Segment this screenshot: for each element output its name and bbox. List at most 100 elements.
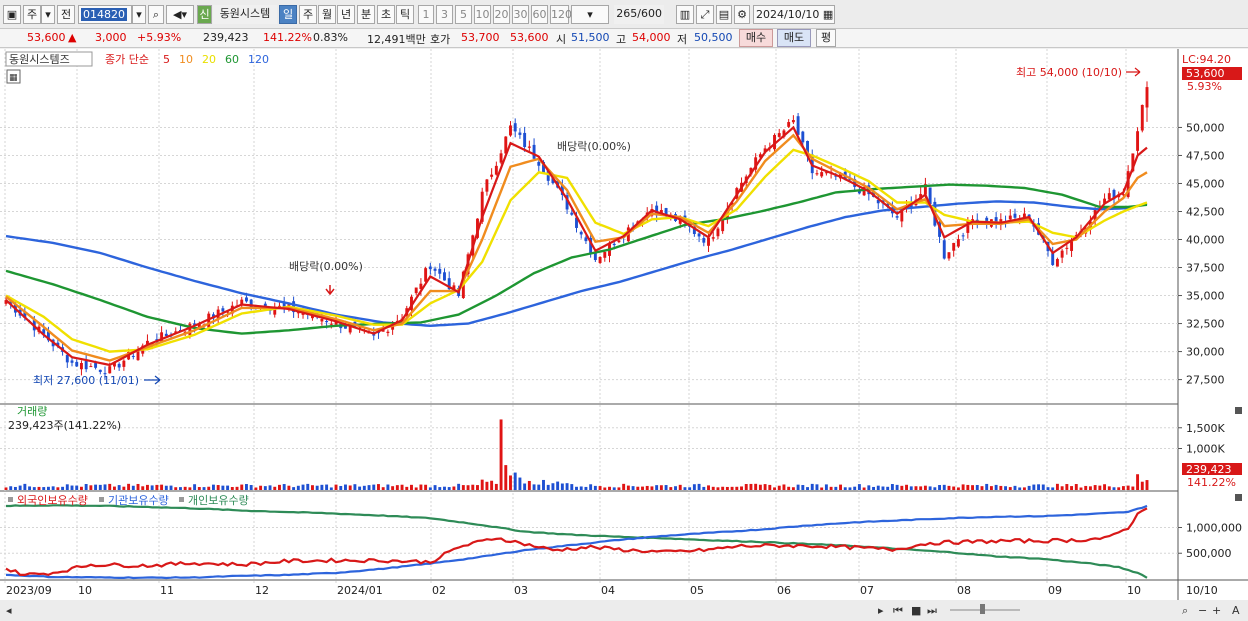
volume-panel-close-icon[interactable] xyxy=(1235,407,1242,414)
speaker-icon[interactable]: ◀▾ xyxy=(166,5,194,24)
volume-bar xyxy=(112,486,116,490)
low-price: 50,500 xyxy=(694,31,733,44)
volume-bar xyxy=(480,479,484,490)
volume-bar xyxy=(1055,483,1059,490)
interval-3[interactable]: 3 xyxy=(436,5,453,24)
volume-bar xyxy=(692,484,696,490)
scroll-left-icon[interactable]: ◂ xyxy=(6,604,12,617)
sell-button[interactable]: 매도 xyxy=(777,29,811,47)
volume-bar xyxy=(23,483,27,490)
interval-dropdown[interactable]: ▾ xyxy=(571,5,609,24)
stock-chart[interactable]: 50,000 47,500 45,000 42,500 40,000 37,500 35,0… xyxy=(0,49,1248,621)
last-page-icon[interactable]: ⏭ xyxy=(927,604,937,617)
zoom-slider-handle[interactable] xyxy=(980,604,985,614)
period-6[interactable]: 틱 xyxy=(396,5,414,24)
volume-bar xyxy=(174,487,178,490)
stop-icon[interactable]: ■ xyxy=(911,604,921,617)
settings-icon[interactable]: ⚙ xyxy=(734,5,750,24)
price-tick-label: 42,500 xyxy=(1186,205,1225,218)
volume-bar xyxy=(18,485,22,490)
eval-button[interactable]: 평 xyxy=(816,29,836,47)
code-text: 014820 xyxy=(81,8,127,21)
volume-bar xyxy=(362,485,366,490)
save-icon[interactable]: ▤ xyxy=(716,5,732,24)
volume-bar xyxy=(306,483,310,490)
volume-bar xyxy=(461,485,465,490)
font-size-icon[interactable]: A xyxy=(1232,604,1240,617)
candle-body xyxy=(895,216,899,218)
zoom-search-icon[interactable]: ⌕ xyxy=(1182,604,1188,617)
buy-button[interactable]: 매수 xyxy=(739,29,773,47)
period-4[interactable]: 분 xyxy=(357,5,375,24)
volume-bar xyxy=(749,483,753,490)
candle-body xyxy=(98,369,102,372)
period-2[interactable]: 월 xyxy=(318,5,336,24)
candle-body xyxy=(424,268,428,282)
prev-button[interactable]: 전 xyxy=(57,5,75,24)
interval-30[interactable]: 30 xyxy=(512,5,529,24)
type-select[interactable]: 주 xyxy=(23,5,41,24)
volume-bar xyxy=(711,486,715,490)
interval-1[interactable]: 1 xyxy=(418,5,434,24)
interval-5[interactable]: 5 xyxy=(455,5,472,24)
interval-120[interactable]: 120 xyxy=(550,5,572,24)
holdings-tick-label: 500,000 xyxy=(1186,547,1232,560)
volume-bar xyxy=(537,484,541,490)
volume-bar xyxy=(499,419,503,490)
volume-bar xyxy=(32,487,36,490)
volume-bar xyxy=(617,487,621,490)
interval-60[interactable]: 60 xyxy=(531,5,548,24)
x-axis-label: 11 xyxy=(160,584,174,597)
holdings-panel-close-icon[interactable] xyxy=(1235,494,1242,501)
search-icon[interactable]: ⌕ xyxy=(148,5,164,24)
candle-body xyxy=(523,132,527,147)
candle-body xyxy=(942,240,946,259)
volume-bar xyxy=(556,481,560,490)
first-page-icon[interactable]: ⏮ xyxy=(893,604,903,617)
candle-body xyxy=(117,363,121,368)
code-input[interactable]: 014820 xyxy=(78,5,132,24)
interval-20[interactable]: 20 xyxy=(493,5,510,24)
chart-area[interactable]: 50,000 47,500 45,000 42,500 40,000 37,500 35,0… xyxy=(0,49,1248,621)
volume-bar xyxy=(834,486,838,490)
interval-10[interactable]: 10 xyxy=(474,5,491,24)
volume-bar xyxy=(1060,486,1064,490)
candle-body xyxy=(443,272,446,281)
open-label: 시 xyxy=(556,33,567,46)
zoom-in-icon[interactable]: + xyxy=(1212,604,1221,617)
volume-bar xyxy=(966,484,970,490)
x-axis-label: 10 xyxy=(1127,584,1141,597)
price-tick-label: 47,500 xyxy=(1186,149,1225,162)
calendar-icon[interactable]: ▦ xyxy=(823,8,833,21)
volume-bar xyxy=(763,484,767,490)
holdings-legend-marker xyxy=(8,497,13,502)
volume-bar xyxy=(707,485,710,490)
layout-icon[interactable]: ▣ xyxy=(3,5,21,24)
candle-body xyxy=(1070,241,1074,251)
period-5[interactable]: 초 xyxy=(377,5,395,24)
type-dropdown-icon[interactable]: ▾ xyxy=(41,5,55,24)
volume-bar xyxy=(221,485,225,490)
candle-body xyxy=(820,172,824,177)
period-3[interactable]: 년 xyxy=(337,5,355,24)
zoom-out-icon[interactable]: − xyxy=(1198,604,1207,617)
table-icon-glyph: ▦ xyxy=(9,73,18,83)
volume-bar xyxy=(494,483,498,490)
candle-body xyxy=(386,331,390,334)
volume-bar xyxy=(424,484,428,490)
volume-bar xyxy=(923,485,927,490)
period-1[interactable]: 주 xyxy=(299,5,317,24)
candle-type-icon[interactable]: ▥ xyxy=(676,5,694,24)
candle-body xyxy=(947,252,951,259)
change-arrow: ▲ xyxy=(68,31,77,44)
scrollbar-track[interactable] xyxy=(0,600,1248,621)
candle-body xyxy=(1008,215,1012,220)
volume-bar xyxy=(815,484,819,490)
period-0[interactable]: 일 xyxy=(279,5,297,24)
zoom-icon[interactable]: ⤢ xyxy=(696,5,714,24)
date-input[interactable]: 2024/10/10 ▦ xyxy=(753,5,835,24)
code-dropdown-icon[interactable]: ▾ xyxy=(132,5,146,24)
volume-bar xyxy=(914,486,918,490)
ma10-line xyxy=(5,133,1148,362)
scroll-right-icon[interactable]: ▸ xyxy=(878,604,884,617)
